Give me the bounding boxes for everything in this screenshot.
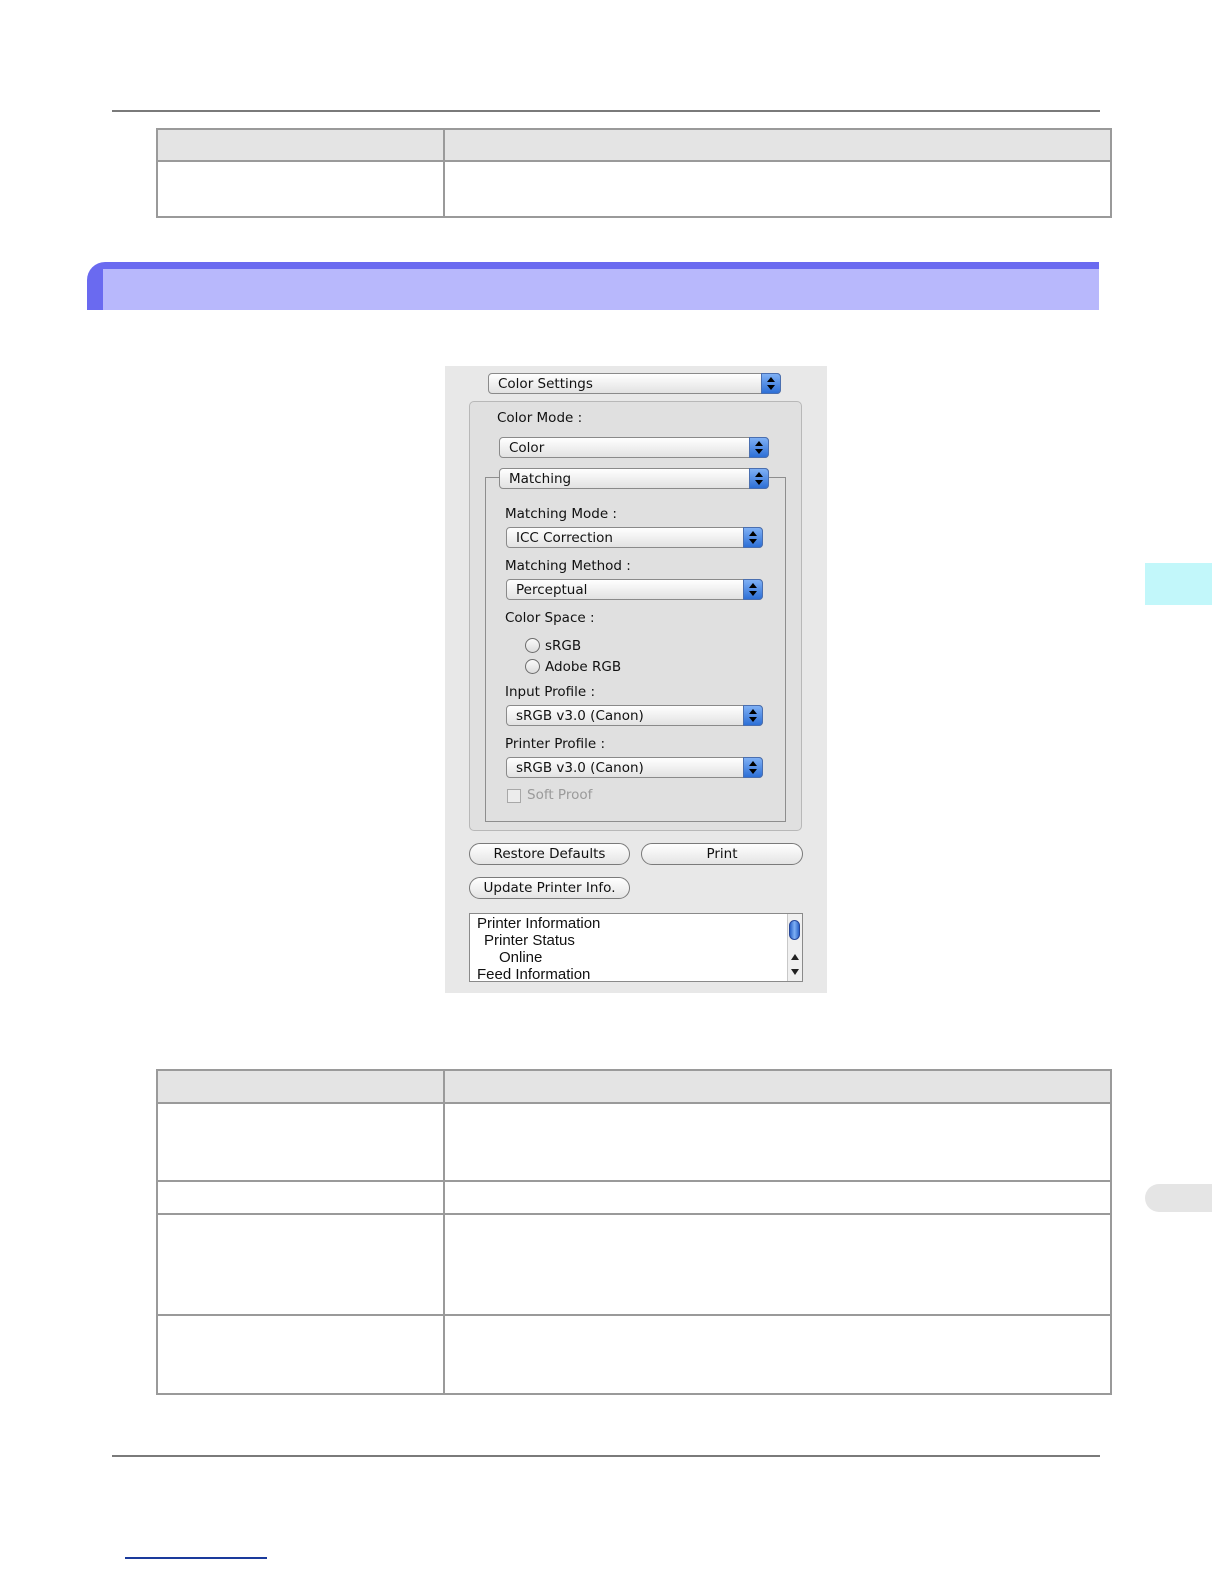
color-mode-value: Color — [509, 440, 545, 456]
list-item: Printer Status — [484, 932, 575, 949]
matching-method-label: Matching Method : — [505, 558, 631, 574]
printer-profile-value: sRGB v3.0 (Canon) — [516, 760, 644, 776]
popup-arrows-icon — [761, 373, 781, 394]
matching-popup[interactable]: Matching — [499, 468, 769, 489]
popup-arrows-icon — [749, 468, 769, 489]
section-heading-bar — [87, 262, 1099, 310]
input-profile-label: Input Profile : — [505, 684, 596, 700]
table-header-cell — [156, 1069, 445, 1104]
panel-popup-label: Color Settings — [498, 376, 593, 392]
list-item: Feed Information — [477, 966, 591, 982]
adobe-rgb-radio[interactable] — [525, 659, 540, 674]
adobe-rgb-radio-label: Adobe RGB — [545, 659, 622, 675]
table-row — [156, 1213, 1112, 1316]
section-heading-inner — [103, 269, 1099, 310]
popup-arrows-icon — [743, 757, 763, 778]
popup-arrows-icon — [743, 579, 763, 600]
table-cell — [443, 1180, 1112, 1215]
printer-profile-label: Printer Profile : — [505, 736, 606, 752]
table-row — [156, 1180, 1112, 1215]
soft-proof-label: Soft Proof — [527, 787, 593, 803]
matching-mode-value: ICC Correction — [516, 530, 613, 546]
table-header-row — [156, 1069, 1112, 1104]
chapter-side-tab — [1145, 563, 1212, 605]
color-mode-popup[interactable]: Color — [499, 437, 769, 458]
popup-arrows-icon — [743, 705, 763, 726]
list-scrollbar[interactable] — [787, 914, 802, 981]
scroll-down-icon[interactable] — [791, 969, 799, 975]
table-header-cell — [443, 128, 1112, 162]
popup-arrows-icon — [749, 437, 769, 458]
matching-method-popup[interactable]: Perceptual — [506, 579, 763, 600]
index-side-tab — [1145, 1184, 1212, 1212]
list-item: Online — [499, 949, 543, 966]
table-row — [156, 1314, 1112, 1395]
table-cell — [443, 1314, 1112, 1395]
matching-popup-label: Matching — [509, 471, 572, 487]
table-cell — [156, 160, 445, 218]
matching-method-value: Perceptual — [516, 582, 588, 598]
table-header-cell — [156, 128, 445, 162]
matching-mode-label: Matching Mode : — [505, 506, 617, 522]
input-profile-popup[interactable]: sRGB v3.0 (Canon) — [506, 705, 763, 726]
color-space-label: Color Space : — [505, 610, 595, 626]
table-cell — [156, 1314, 445, 1395]
panel-popup[interactable]: Color Settings — [488, 373, 781, 394]
table-cell — [443, 160, 1112, 218]
footer-link-underline[interactable] — [125, 1557, 267, 1559]
srgb-radio[interactable] — [525, 638, 540, 653]
soft-proof-checkbox[interactable] — [507, 789, 521, 803]
table-row — [156, 1102, 1112, 1182]
update-printer-info-button[interactable]: Update Printer Info. — [469, 877, 630, 899]
table-cell — [156, 1102, 445, 1182]
color-settings-dialog: Color Settings Color Mode : Color Matchi… — [445, 366, 827, 993]
settings-table — [156, 1069, 1112, 1395]
printer-profile-popup[interactable]: sRGB v3.0 (Canon) — [506, 757, 763, 778]
srgb-radio-label: sRGB — [545, 638, 582, 654]
table-header-row — [156, 128, 1112, 162]
matching-mode-popup[interactable]: ICC Correction — [506, 527, 763, 548]
print-button[interactable]: Print — [641, 843, 803, 865]
top-table — [156, 128, 1112, 218]
color-mode-label: Color Mode : — [497, 410, 583, 426]
top-rule — [112, 110, 1100, 112]
bottom-rule — [112, 1455, 1100, 1457]
table-header-cell — [443, 1069, 1112, 1104]
table-cell — [156, 1180, 445, 1215]
table-cell — [443, 1102, 1112, 1182]
scroll-thumb[interactable] — [789, 920, 800, 940]
input-profile-value: sRGB v3.0 (Canon) — [516, 708, 644, 724]
popup-arrows-icon — [743, 527, 763, 548]
scroll-up-icon[interactable] — [791, 954, 799, 960]
table-row — [156, 160, 1112, 218]
printer-info-list[interactable]: Printer Information Printer Status Onlin… — [469, 913, 803, 982]
table-cell — [156, 1213, 445, 1316]
table-cell — [443, 1213, 1112, 1316]
restore-defaults-button[interactable]: Restore Defaults — [469, 843, 630, 865]
list-item: Printer Information — [477, 915, 601, 932]
